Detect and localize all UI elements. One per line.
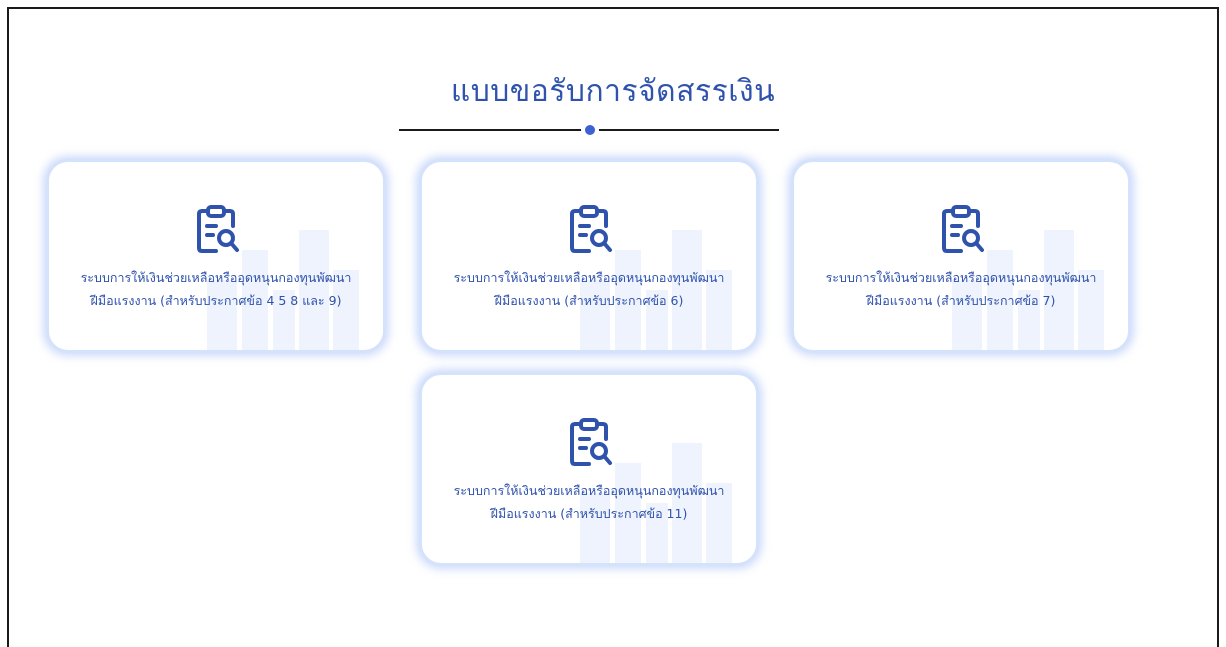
service-card-11[interactable]: ระบบการให้เงินช่วยเหลือหรืออุดหนุนกองทุน… bbox=[419, 372, 759, 566]
card-label: ระบบการให้เงินช่วยเหลือหรืออุดหนุนกองทุน… bbox=[800, 266, 1122, 312]
card-label-line-2: ฝีมือแรงงาน (สำหรับประกาศข้อ 11) bbox=[490, 506, 688, 521]
card-label-line-2: ฝีมือแรงงาน (สำหรับประกาศข้อ 6) bbox=[494, 293, 684, 308]
clipboard-search-icon bbox=[570, 205, 612, 253]
card-label-line-1: ระบบการให้เงินช่วยเหลือหรืออุดหนุนกองทุน… bbox=[453, 270, 725, 285]
clipboard-search-icon bbox=[942, 205, 984, 253]
card-label-line-2: ฝีมือแรงงาน (สำหรับประกาศข้อ 7) bbox=[866, 293, 1056, 308]
card-label-line-1: ระบบการให้เงินช่วยเหลือหรืออุดหนุนกองทุน… bbox=[80, 270, 352, 285]
divider-dot bbox=[585, 125, 595, 135]
card-label-line-1: ระบบการให้เงินช่วยเหลือหรืออุดหนุนกองทุน… bbox=[453, 483, 725, 498]
card-label-line-1: ระบบการให้เงินช่วยเหลือหรืออุดหนุนกองทุน… bbox=[825, 270, 1097, 285]
service-card-4-5-8-9[interactable]: ระบบการให้เงินช่วยเหลือหรืออุดหนุนกองทุน… bbox=[46, 159, 386, 353]
clipboard-search-icon bbox=[197, 205, 239, 253]
card-label: ระบบการให้เงินช่วยเหลือหรืออุดหนุนกองทุน… bbox=[428, 479, 750, 525]
clipboard-search-icon bbox=[570, 418, 612, 466]
card-label: ระบบการให้เงินช่วยเหลือหรืออุดหนุนกองทุน… bbox=[428, 266, 750, 312]
card-label-line-2: ฝีมือแรงงาน (สำหรับประกาศข้อ 4 5 8 และ 9… bbox=[90, 293, 342, 308]
service-card-7[interactable]: ระบบการให้เงินช่วยเหลือหรืออุดหนุนกองทุน… bbox=[791, 159, 1131, 353]
service-card-6[interactable]: ระบบการให้เงินช่วยเหลือหรืออุดหนุนกองทุน… bbox=[419, 159, 759, 353]
page-title: แบบขอรับการจัดสรรเงิน bbox=[450, 74, 776, 109]
card-label: ระบบการให้เงินช่วยเหลือหรืออุดหนุนกองทุน… bbox=[55, 266, 377, 312]
